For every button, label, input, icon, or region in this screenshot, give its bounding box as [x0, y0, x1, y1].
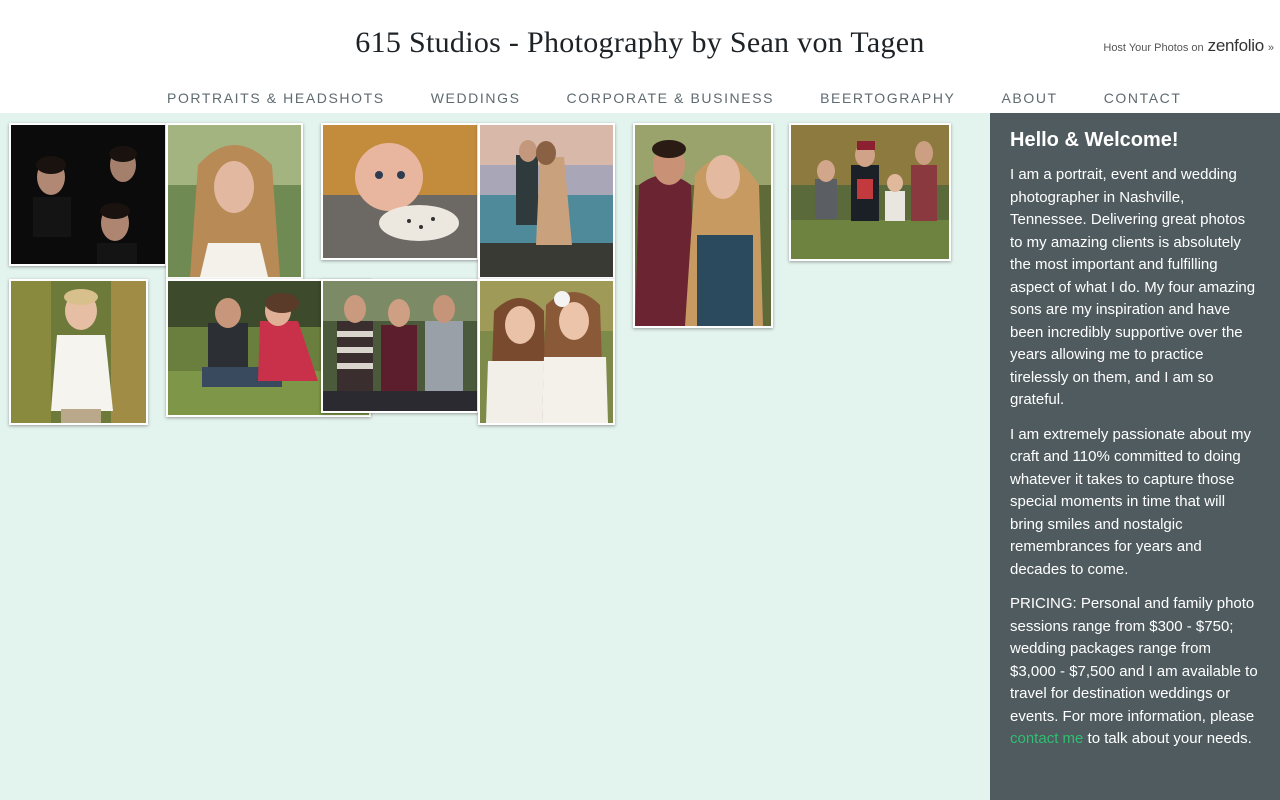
welcome-heading: Hello & Welcome!	[1010, 129, 1179, 151]
photo-three-brothers-dark[interactable]	[9, 123, 167, 266]
host-prefix: Host Your Photos on	[1103, 42, 1204, 54]
welcome-sidebar: Hello & Welcome! I am a portrait, event …	[990, 113, 1280, 800]
nav-portraits-headshots[interactable]: PORTRAITS & HEADSHOTS	[167, 90, 385, 108]
photo-family-four-kids-grass[interactable]	[789, 123, 951, 261]
passion-paragraph: I am extremely passionate about my craft…	[1010, 425, 1251, 578]
pricing-text: PRICING: Personal and family photo sessi…	[1010, 595, 1258, 725]
photo-couple-beach-kiss[interactable]	[478, 123, 615, 279]
photo-three-young-men[interactable]	[321, 279, 479, 413]
photo-two-girls-sweaters[interactable]	[478, 279, 615, 425]
photo-boy-white-shirt[interactable]	[9, 279, 148, 425]
photo-couple-embrace[interactable]	[633, 123, 773, 328]
photo-girl-long-hair[interactable]	[166, 123, 303, 279]
nav-beertography[interactable]: BEERTOGRAPHY	[820, 90, 955, 108]
zenfolio-logo: zenfolio	[1207, 36, 1265, 55]
photo-gallery	[0, 113, 990, 800]
site-title[interactable]: 615 Studios - Photography by Sean von Ta…	[0, 26, 1280, 60]
nav-weddings[interactable]: WEDDINGS	[431, 90, 521, 108]
nav-about[interactable]: ABOUT	[1001, 90, 1057, 108]
pricing-paragraph: PRICING: Personal and family photo sessi…	[1010, 593, 1260, 751]
contact-me-link[interactable]: contact me	[1010, 730, 1083, 747]
zenfolio-host-link[interactable]: Host Your Photos on zenfolio »	[1103, 36, 1274, 56]
chevron-right-icon: »	[1267, 42, 1274, 54]
site-header: 615 Studios - Photography by Sean von Ta…	[0, 0, 1280, 113]
nav-contact[interactable]: CONTACT	[1104, 90, 1182, 108]
photo-baby[interactable]	[321, 123, 479, 260]
main-nav: PORTRAITS & HEADSHOTS WEDDINGS CORPORATE…	[144, 90, 1205, 108]
pricing-text-end: to talk about your needs.	[1083, 730, 1252, 747]
intro-paragraph: I am a portrait, event and wedding photo…	[1010, 166, 1256, 408]
nav-corporate-business[interactable]: CORPORATE & BUSINESS	[567, 90, 775, 108]
